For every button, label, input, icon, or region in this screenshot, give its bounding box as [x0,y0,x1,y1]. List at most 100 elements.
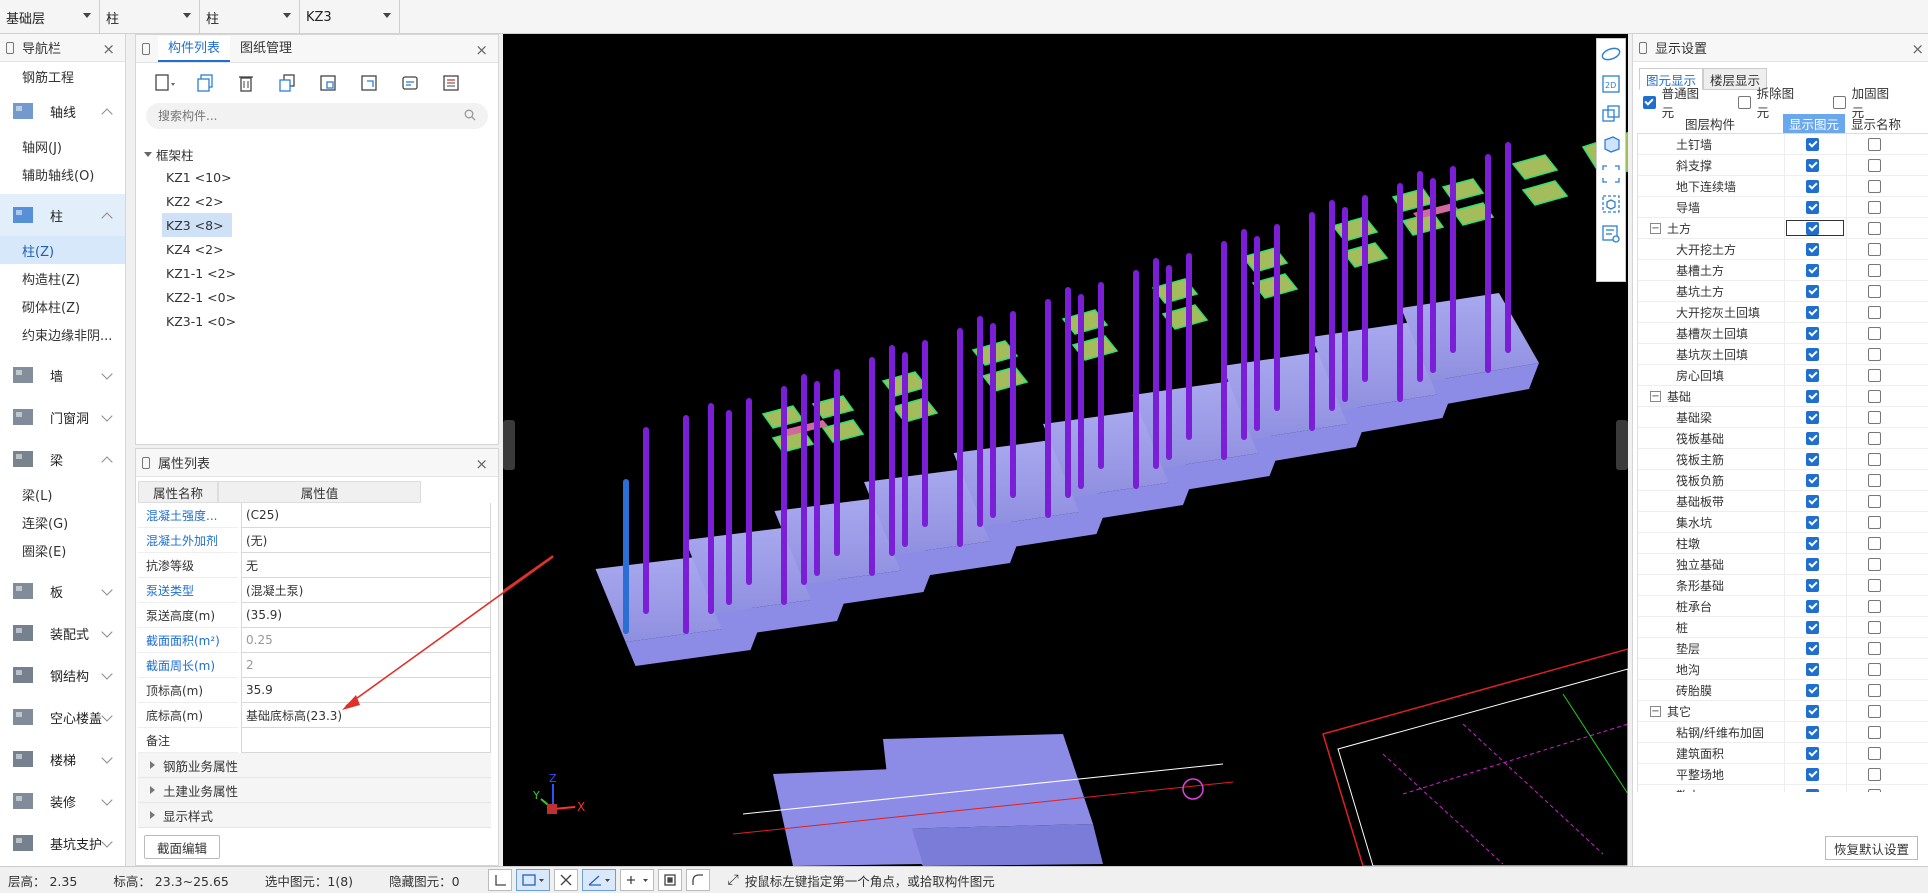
checkbox-icon[interactable] [1868,410,1881,424]
checkbox-icon[interactable] [1868,725,1881,739]
column-5-0[interactable] [1078,294,1084,489]
tab-component-list[interactable]: 构件列表 [158,36,231,62]
column-cap[interactable] [1241,247,1289,273]
column-2-1[interactable] [834,369,840,556]
checkbox-icon[interactable] [1868,683,1881,697]
tab-drawing-management[interactable]: 图纸管理 [230,36,302,62]
checkbox-icon[interactable] [1868,473,1881,487]
column-1-0[interactable] [726,410,732,605]
angle-snap-icon[interactable] [581,869,616,891]
property-group[interactable]: 土建业务属性 [138,778,491,803]
collapse-triangle-icon[interactable] [144,151,152,157]
component-select[interactable]: KZ3 [300,0,400,34]
checkbox-icon[interactable] [1643,95,1656,109]
column-9-3[interactable] [1505,142,1511,353]
chevron-down-icon[interactable] [101,794,113,806]
column-7-1[interactable] [1274,224,1280,411]
column-5-3[interactable] [1153,258,1159,469]
tree-item[interactable]: KZ1 <10> [162,165,240,189]
column-0-0[interactable] [623,479,629,634]
tree-item[interactable]: KZ3-1 <0> [162,309,244,333]
column-3-1[interactable] [922,340,928,527]
arc-snap-icon[interactable] [685,869,710,891]
chevron-down-icon[interactable] [101,410,113,422]
checkbox-icon[interactable] [1806,536,1819,550]
column-0-2[interactable] [683,415,689,634]
column-4-2[interactable] [1045,299,1051,518]
cube-view-icon[interactable] [1597,129,1625,159]
copy-to-floor-icon[interactable] [275,71,299,95]
column-cap[interactable] [1521,180,1569,206]
collapse-right-tab[interactable] [1616,420,1628,470]
nav-subitem[interactable]: 连梁(G) [0,508,125,536]
section-edit-button[interactable]: 截面编辑 [144,835,221,859]
2d-view-icon[interactable]: 2D [1597,69,1625,99]
expand-triangle-icon[interactable] [150,786,155,794]
checkbox-icon[interactable] [1806,494,1819,508]
column-7-2[interactable] [1309,212,1315,431]
search-input[interactable] [158,109,458,123]
nav-category-8[interactable]: 空心楼盖 [0,696,125,738]
column-3-3[interactable] [977,316,983,527]
nav-category-10[interactable]: 装修 [0,780,125,822]
checkbox-icon[interactable] [1738,95,1751,109]
property-value[interactable]: 0.25 [241,628,491,653]
checkbox-icon[interactable] [1806,431,1819,445]
column-cap[interactable] [891,397,939,423]
checkbox-icon[interactable] [1806,368,1819,382]
pin-icon[interactable] [6,41,14,54]
checkbox-icon[interactable] [1806,179,1819,193]
checkbox-icon[interactable] [1868,536,1881,550]
layer-copy-icon[interactable] [316,71,340,95]
column-8-3[interactable] [1417,171,1423,382]
nav-subitem[interactable]: 辅助轴线(O) [0,160,125,188]
column-cap[interactable] [1441,178,1485,202]
collapse-box-icon[interactable]: − [1650,222,1661,234]
column-5-1[interactable] [1098,282,1104,469]
checkbox-icon[interactable] [1868,179,1881,193]
checkbox-icon[interactable] [1868,305,1881,319]
checkbox-icon[interactable] [1868,221,1881,235]
column-cap[interactable] [981,366,1029,392]
column-5-2[interactable] [1133,270,1139,489]
checkbox-icon[interactable] [1868,263,1881,277]
checkbox-icon[interactable] [1806,326,1819,340]
orbit-icon[interactable] [1597,39,1625,69]
nav-subitem[interactable]: 构造柱(Z) [0,264,125,292]
component-library-icon[interactable] [398,71,422,95]
checkbox-icon[interactable] [1868,662,1881,676]
column-1-1[interactable] [746,398,752,585]
close-icon[interactable]: × [475,41,488,59]
checkbox-icon[interactable] [1806,263,1819,277]
property-value[interactable]: 基础底标高(23.3) [241,703,491,728]
pin-icon[interactable] [142,456,150,469]
expand-triangle-icon[interactable] [150,761,155,769]
import-icon[interactable] [357,71,381,95]
checkbox-icon[interactable] [1868,578,1881,592]
rect-select-icon[interactable] [515,869,550,891]
checkbox-icon[interactable] [1806,137,1819,151]
column-7-0[interactable] [1254,236,1260,431]
column-4-3[interactable] [1065,287,1071,498]
component-type-select[interactable]: 柱 [100,0,200,34]
checkbox-icon[interactable] [1868,200,1881,214]
property-value[interactable]: (35.9) [241,603,491,628]
tree-item[interactable]: KZ2 <2> [162,189,232,213]
checkbox-icon[interactable] [1806,620,1819,634]
column-8-0[interactable] [1342,207,1348,402]
checkbox-icon[interactable] [1868,431,1881,445]
column-1-2[interactable] [781,386,787,605]
checkbox-icon[interactable] [1868,599,1881,613]
column-9-0[interactable] [1430,178,1436,373]
checkbox-icon[interactable] [1806,515,1819,529]
chevron-up-icon[interactable] [101,456,113,468]
view-settings-icon[interactable] [1597,219,1625,249]
checkbox-icon[interactable] [1806,200,1819,214]
checkbox-icon[interactable] [1806,305,1819,319]
column-9-2[interactable] [1485,154,1491,373]
checkbox-icon[interactable] [1806,158,1819,172]
restore-defaults-button[interactable]: 恢复默认设置 [1824,836,1918,860]
column-6-0[interactable] [1166,265,1172,460]
checkbox-icon[interactable] [1868,515,1881,529]
checkbox-icon[interactable] [1868,494,1881,508]
